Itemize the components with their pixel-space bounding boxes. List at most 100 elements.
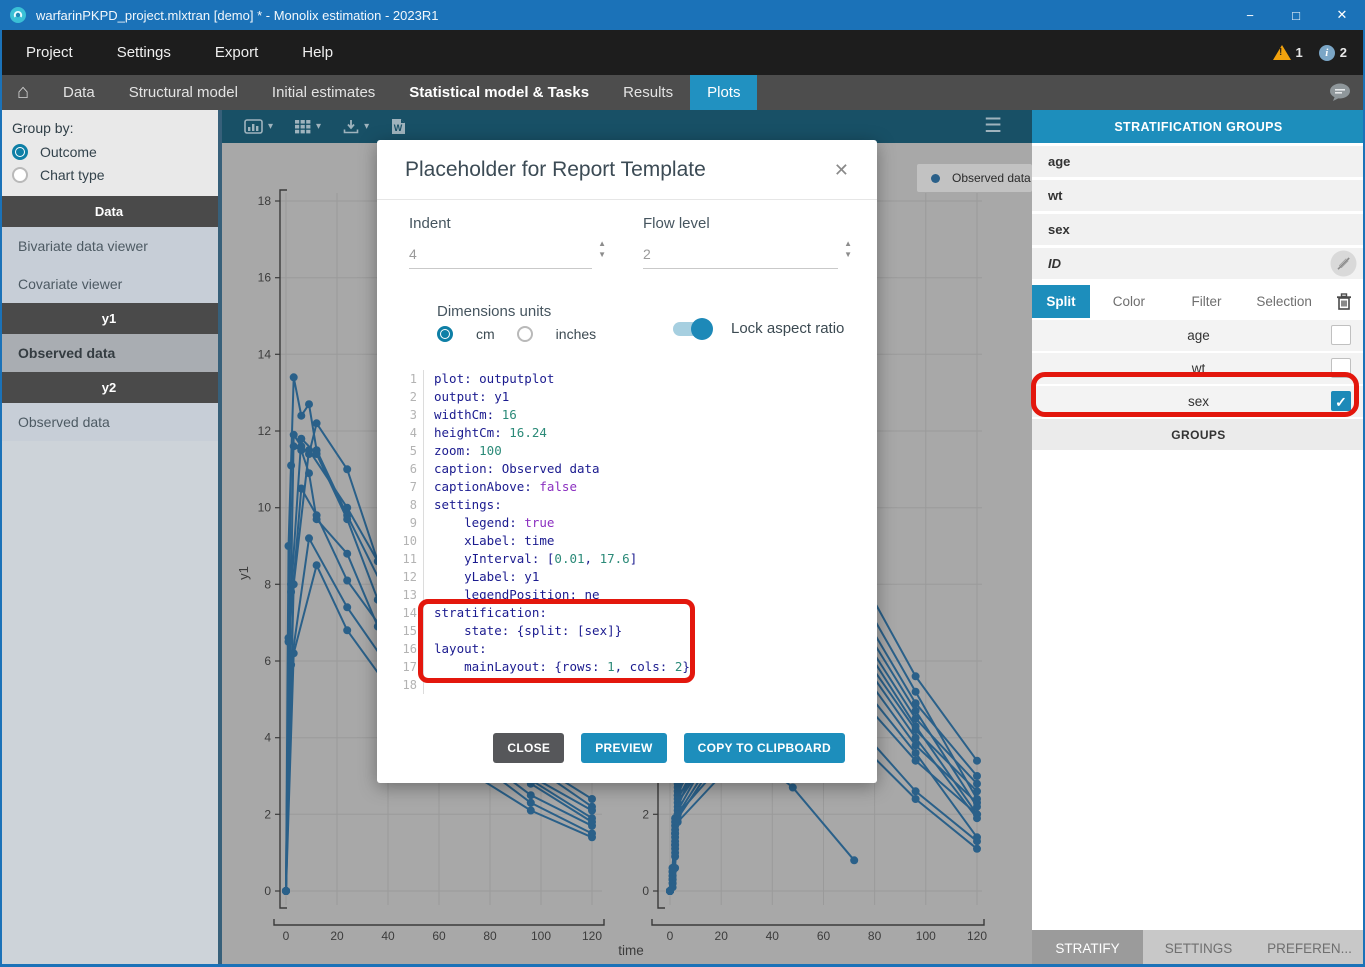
strat-tab-split[interactable]: Split xyxy=(1032,285,1090,318)
no-edit-icon xyxy=(1330,250,1357,280)
data-point xyxy=(973,837,981,845)
data-point xyxy=(285,638,293,646)
split-row-sex[interactable]: sex✓ xyxy=(1032,386,1365,417)
warning-badge[interactable]: 1 xyxy=(1273,45,1303,60)
code-line: 9 legend: true xyxy=(395,514,855,532)
code-token: 1 xyxy=(607,659,615,674)
bottom-tab-preferen[interactable]: PREFEREN... xyxy=(1254,930,1365,967)
group-by-option-outcome[interactable]: Outcome xyxy=(12,144,218,160)
tab-initial-estimates[interactable]: Initial estimates xyxy=(255,75,392,110)
step-down-icon[interactable]: ▼ xyxy=(844,251,852,259)
units-option-inches[interactable]: inches xyxy=(517,326,618,342)
code-token: captionAbove: xyxy=(434,479,539,494)
menu-item-project[interactable]: Project xyxy=(26,44,73,61)
strat-tab-color[interactable]: Color xyxy=(1090,285,1168,318)
group-by-option-chart-type[interactable]: Chart type xyxy=(12,167,218,183)
menu-item-export[interactable]: Export xyxy=(215,44,258,61)
close-window-button[interactable]: ✕ xyxy=(1319,0,1365,30)
tab-plots[interactable]: Plots xyxy=(690,75,757,110)
svg-text:0: 0 xyxy=(642,884,649,898)
chevron-down-icon: ▾ xyxy=(316,121,321,132)
data-point xyxy=(305,446,313,454)
word-report-button[interactable]: W xyxy=(391,118,406,135)
svg-text:120: 120 xyxy=(967,929,987,943)
checkbox-sex[interactable]: ✓ xyxy=(1331,391,1351,411)
close-button[interactable]: CLOSE xyxy=(493,733,564,763)
field-input[interactable]: 2▲▼ xyxy=(643,246,838,269)
svg-text:12: 12 xyxy=(258,424,272,438)
placeholder-report-dialog: Placeholder for Report Template ✕ Indent… xyxy=(377,140,877,783)
split-row-wt[interactable]: wt xyxy=(1032,353,1365,384)
preview-button[interactable]: PREVIEW xyxy=(581,733,666,763)
svg-text:60: 60 xyxy=(817,929,831,943)
code-line: 3widthCm: 16 xyxy=(395,406,855,424)
data-point xyxy=(973,787,981,795)
svg-text:y1: y1 xyxy=(236,566,251,580)
tab-results[interactable]: Results xyxy=(606,75,690,110)
sidebar-item-observed-data[interactable]: Observed data xyxy=(0,334,218,372)
copy-to-clipboard-button[interactable]: COPY TO CLIPBOARD xyxy=(684,733,845,763)
feedback-bubble-icon[interactable] xyxy=(1329,75,1351,110)
minimize-button[interactable]: − xyxy=(1227,0,1273,30)
maximize-button[interactable]: □ xyxy=(1273,0,1319,30)
svg-text:2: 2 xyxy=(264,807,271,821)
tab-data[interactable]: Data xyxy=(46,75,112,110)
chart-legend[interactable]: Observed data xyxy=(917,164,1032,192)
step-up-icon[interactable]: ▲ xyxy=(844,240,852,248)
code-token: plot: outputplot xyxy=(434,371,554,386)
menu-item-settings[interactable]: Settings xyxy=(117,44,171,61)
covariate-row-age[interactable]: age xyxy=(1032,146,1365,177)
strat-tab-selection[interactable]: Selection xyxy=(1245,285,1323,318)
line-number: 6 xyxy=(395,460,424,478)
step-up-icon[interactable]: ▲ xyxy=(598,240,606,248)
code-text: yLabel: y1 xyxy=(424,568,539,586)
close-dialog-icon[interactable]: ✕ xyxy=(834,161,849,179)
data-point xyxy=(973,799,981,807)
units-option-cm[interactable]: cm xyxy=(437,326,517,342)
code-token: layout: xyxy=(434,641,487,656)
data-point xyxy=(305,534,313,542)
field-input[interactable]: 4▲▼ xyxy=(409,246,592,269)
strat-tab-filter[interactable]: Filter xyxy=(1168,285,1246,318)
chart-type-button[interactable]: ▾ xyxy=(244,119,273,134)
template-code-editor[interactable]: 1plot: outputplot2output: y13widthCm: 16… xyxy=(395,370,855,694)
bottom-tab-settings[interactable]: SETTINGS xyxy=(1143,930,1254,967)
line-number: 4 xyxy=(395,424,424,442)
menu-item-help[interactable]: Help xyxy=(302,44,333,61)
code-token: 16.24 xyxy=(509,425,547,440)
covariate-row-sex[interactable]: sex xyxy=(1032,214,1365,245)
code-line: 8settings: xyxy=(395,496,855,514)
split-row-age[interactable]: age xyxy=(1032,320,1365,351)
covariate-row-wt[interactable]: wt xyxy=(1032,180,1365,211)
home-icon[interactable]: ⌂ xyxy=(0,75,46,110)
bottom-tab-stratify[interactable]: STRATIFY xyxy=(1032,930,1143,967)
data-point xyxy=(588,833,596,841)
layout-grid-button[interactable]: ▾ xyxy=(295,119,321,134)
download-button[interactable]: ▾ xyxy=(343,119,369,134)
checkbox-wt[interactable] xyxy=(1331,358,1351,378)
radio-icon xyxy=(12,167,28,183)
trash-icon[interactable] xyxy=(1323,285,1365,318)
svg-text:W: W xyxy=(394,123,403,133)
svg-text:16: 16 xyxy=(258,271,272,285)
hamburger-menu-icon[interactable]: ☰ xyxy=(984,110,1002,143)
info-badge[interactable]: i 2 xyxy=(1319,45,1347,61)
sidebar-item-bivariate-data-viewer[interactable]: Bivariate data viewer xyxy=(0,227,218,265)
step-down-icon[interactable]: ▼ xyxy=(598,251,606,259)
line-number: 14 xyxy=(395,604,424,622)
lock-aspect-toggle[interactable] xyxy=(673,322,709,336)
sidebar-item-observed-data[interactable]: Observed data xyxy=(0,403,218,441)
stepper-arrows-icon[interactable]: ▲▼ xyxy=(598,240,606,259)
sidebar-item-covariate-viewer[interactable]: Covariate viewer xyxy=(0,265,218,303)
tab-structural-model[interactable]: Structural model xyxy=(112,75,255,110)
plot-toolbar: ▾ ▾ ▾ W ☰ xyxy=(222,110,1032,143)
line-number: 1 xyxy=(395,370,424,388)
tab-statistical-model-tasks[interactable]: Statistical model & Tasks xyxy=(392,75,606,110)
stepper-arrows-icon[interactable]: ▲▼ xyxy=(844,240,852,259)
checkbox-age[interactable] xyxy=(1331,325,1351,345)
sidebar-resizer[interactable] xyxy=(218,110,222,967)
code-line: 16layout: xyxy=(395,640,855,658)
covariate-row-id[interactable]: ID xyxy=(1032,248,1365,279)
main-tab-bar: ⌂ DataStructural modelInitial estimatesS… xyxy=(0,75,1365,110)
data-point xyxy=(588,795,596,803)
